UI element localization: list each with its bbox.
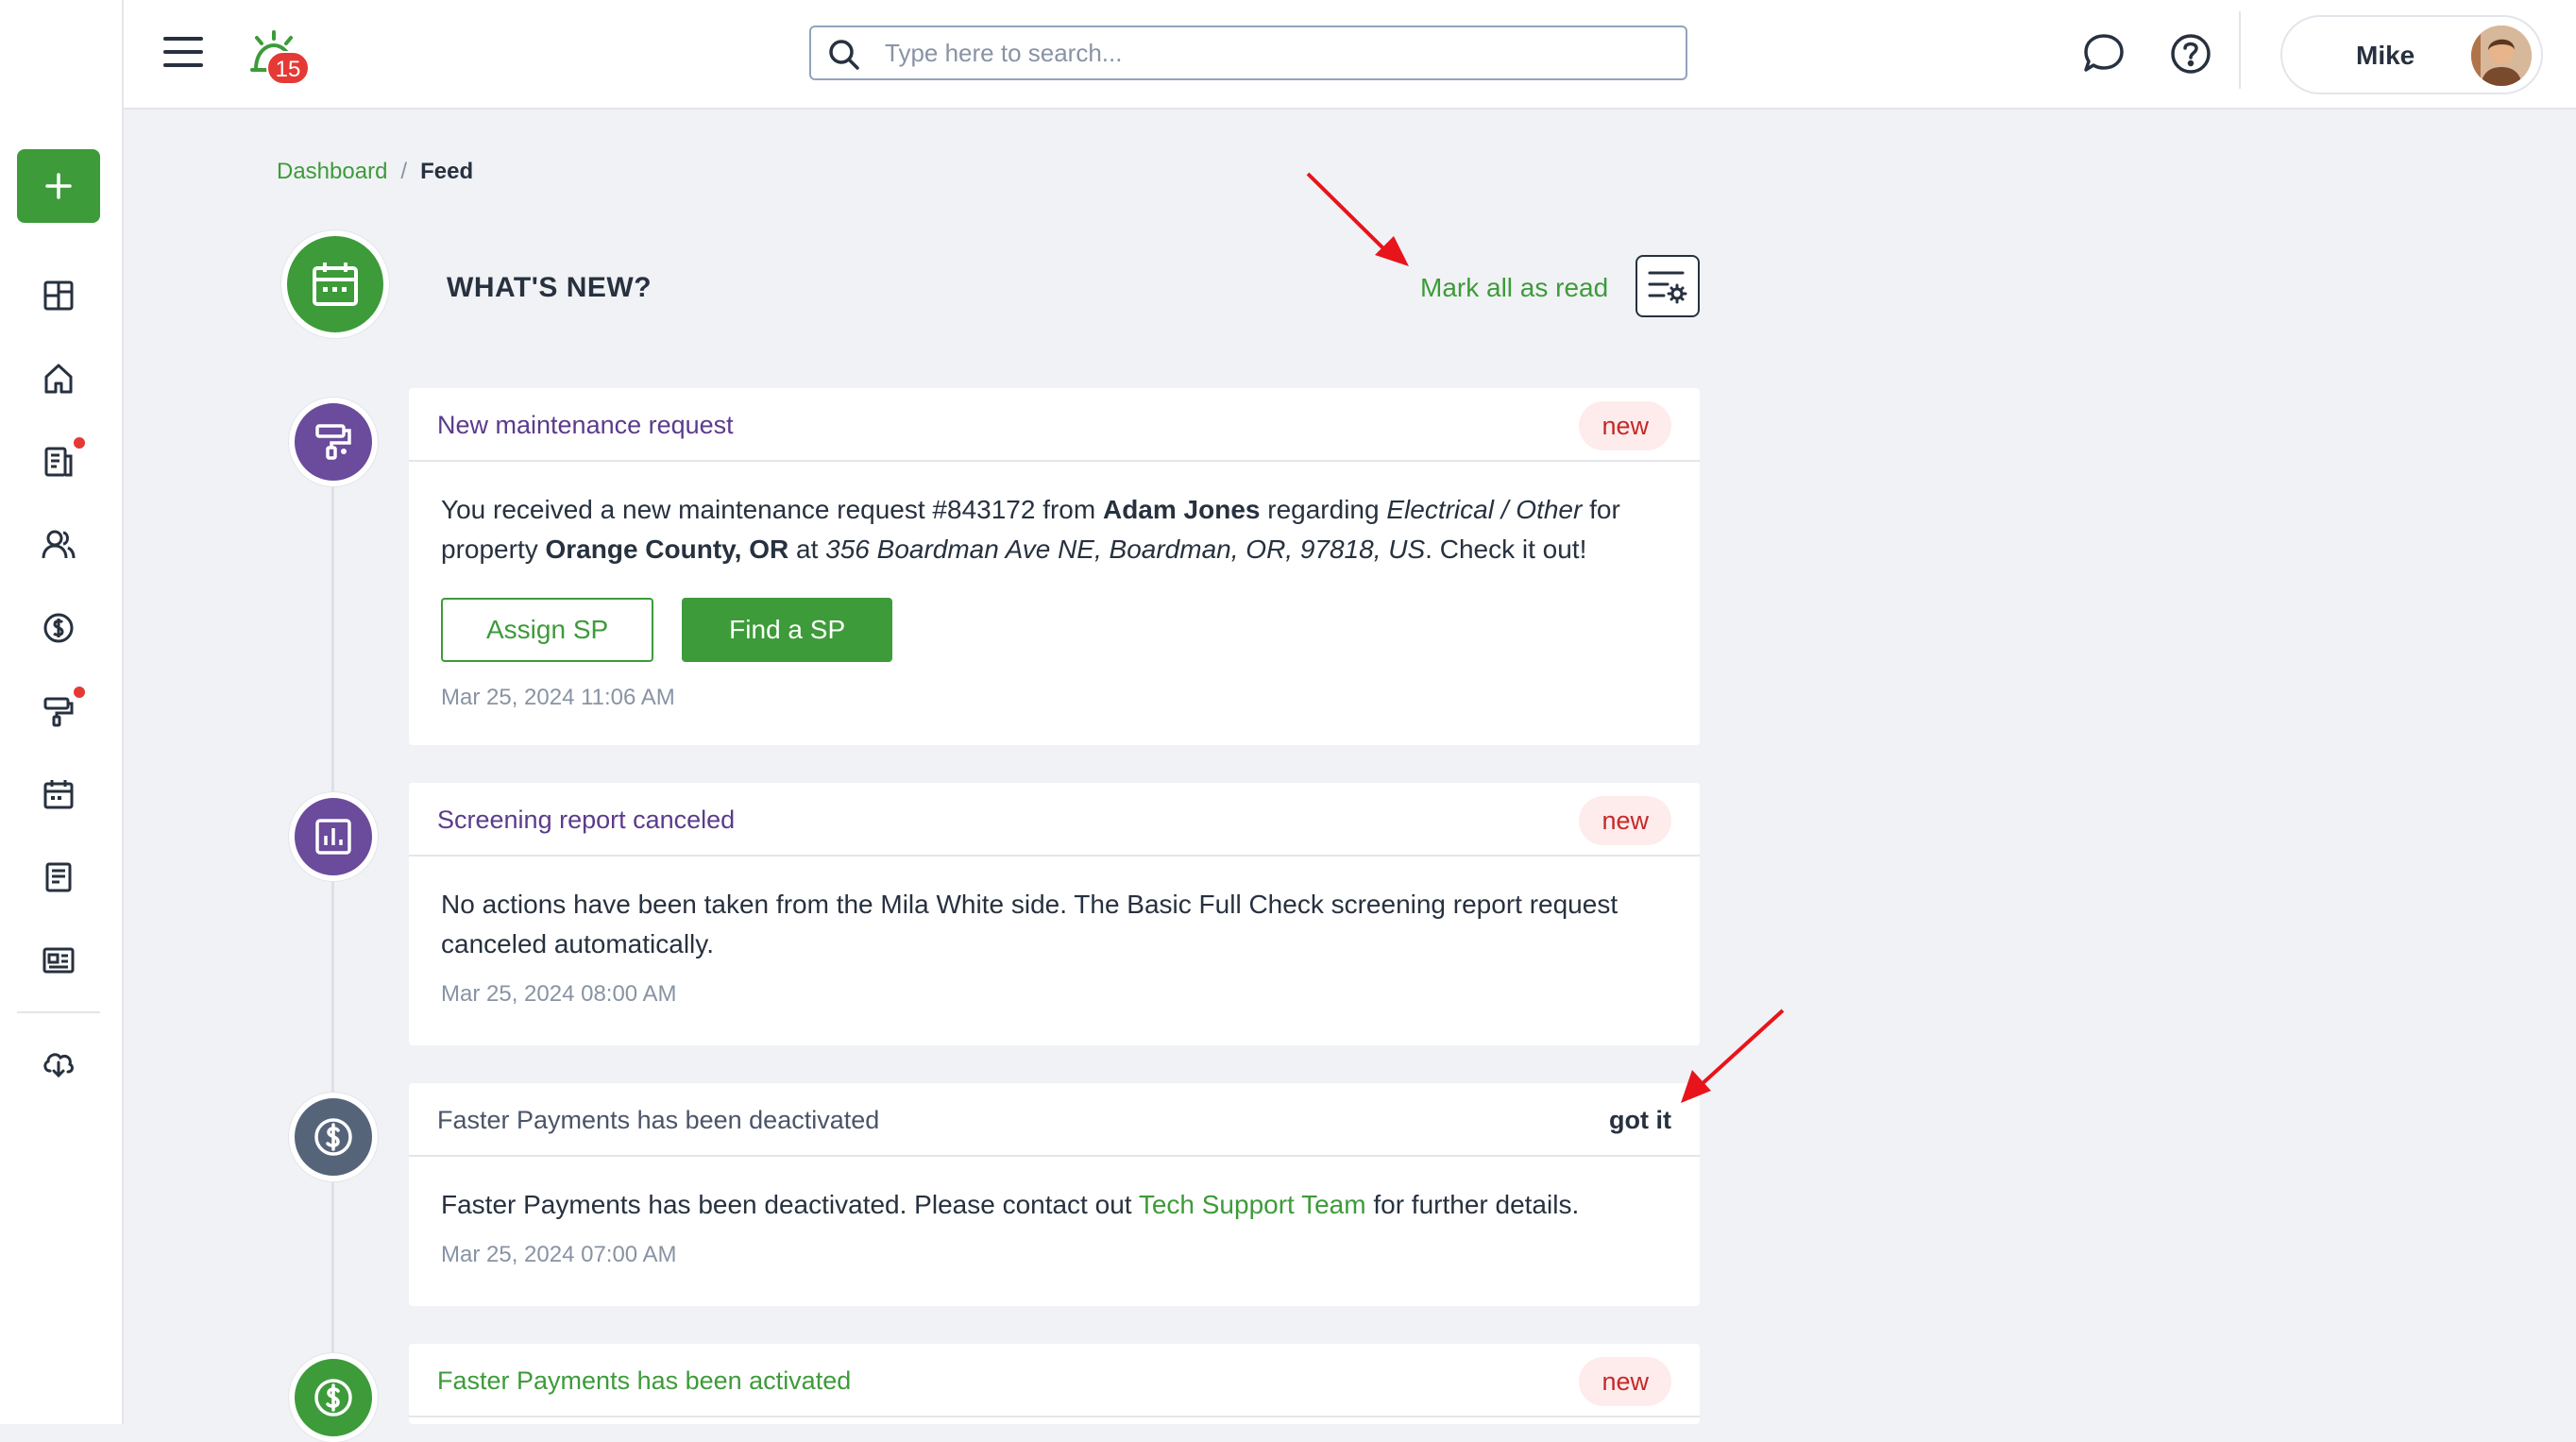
sidebar-item-documents[interactable] (32, 851, 85, 904)
help-button[interactable] (2163, 26, 2218, 81)
got-it-button[interactable]: got it (1609, 1106, 1671, 1135)
topbar-divider (2239, 11, 2241, 89)
top-bar: 15 Mike (124, 0, 2576, 110)
avatar (2471, 25, 2532, 86)
feed-card: Faster Payments has been activated new (409, 1344, 1700, 1424)
property-address: 356 Boardman Ave NE, Boardman, OR, 97818… (825, 534, 1426, 564)
search-input[interactable] (885, 35, 1659, 71)
messages-button[interactable] (2076, 26, 2131, 81)
page-title: WHAT'S NEW? (447, 272, 652, 303)
request-category: Electrical / Other (1386, 495, 1583, 524)
feed-header-icon (281, 230, 389, 338)
leases-icon (44, 447, 73, 477)
breadcrumb: Dashboard / Feed (277, 159, 473, 185)
sidebar-item-accounting[interactable] (32, 602, 85, 654)
find-sp-button[interactable]: Find a SP (682, 598, 893, 662)
search-icon (829, 40, 859, 70)
message-text: . Check it out! (1425, 534, 1587, 564)
feed-card-title[interactable]: Faster Payments has been deactivated (437, 1106, 879, 1135)
feed-card: New maintenance request new You received… (409, 388, 1700, 745)
plus-icon (45, 173, 72, 199)
notification-count-badge[interactable]: 15 (266, 51, 310, 85)
user-menu[interactable]: Mike (2280, 15, 2543, 94)
message-text: regarding (1260, 495, 1387, 524)
home-icon (44, 364, 73, 394)
status-badge[interactable]: new (1579, 401, 1671, 450)
sidebar-divider (17, 1011, 100, 1013)
people-icon (42, 530, 76, 559)
menu-toggle-button[interactable] (161, 30, 205, 74)
feed-settings-button[interactable] (1635, 255, 1700, 317)
feed-item-icon (289, 1093, 378, 1181)
message-text: You received a new maintenance request #… (441, 495, 1103, 524)
calendar-icon (43, 780, 74, 809)
feed-card-title[interactable]: Screening report canceled (437, 806, 735, 835)
sidebar-item-leases[interactable] (32, 435, 85, 488)
feed-card-date: Mar 25, 2024 08:00 AM (441, 981, 677, 1007)
dollar-circle-icon (314, 1379, 352, 1417)
dashboard-icon (43, 280, 74, 311)
feed-card-date: Mar 25, 2024 11:06 AM (441, 685, 675, 710)
help-circle-icon (2171, 34, 2211, 74)
status-badge[interactable]: new (1579, 1357, 1671, 1406)
mark-all-read-link[interactable]: Mark all as read (1420, 273, 1608, 303)
notification-dot (74, 687, 85, 698)
download-cloud-icon (43, 1053, 74, 1078)
left-sidebar (0, 0, 124, 1424)
notification-dot (74, 437, 85, 449)
breadcrumb-current: Feed (420, 159, 474, 184)
message-text: Faster Payments has been deactivated. Pl… (441, 1190, 1139, 1219)
calendar-icon (313, 263, 358, 306)
message-text: for further details. (1365, 1190, 1580, 1219)
feed-item-icon (289, 398, 378, 486)
feed-card-header: Faster Payments has been deactivated got… (409, 1083, 1700, 1157)
sidebar-item-calendar[interactable] (32, 768, 85, 821)
feed-item-icon (289, 1353, 378, 1442)
feed-card: Faster Payments has been deactivated got… (409, 1083, 1700, 1306)
sidebar-item-maintenance[interactable] (32, 685, 85, 738)
document-icon (45, 862, 72, 892)
breadcrumb-link-dashboard[interactable]: Dashboard (277, 159, 387, 185)
user-name: Mike (2356, 41, 2415, 70)
sidebar-item-downloads[interactable] (32, 1037, 85, 1090)
timeline-line (331, 444, 334, 1424)
feed-card-date: Mar 25, 2024 07:00 AM (441, 1242, 677, 1267)
add-new-button[interactable] (17, 149, 100, 223)
feed-card-message: No actions have been taken from the Mila… (441, 890, 1618, 959)
maintenance-icon (43, 697, 74, 727)
sidebar-item-dashboard[interactable] (32, 269, 85, 322)
listing-icon (42, 947, 75, 974)
dollar-circle-icon (314, 1118, 352, 1156)
feed-card-message: Faster Payments has been deactivated. Pl… (441, 1185, 1668, 1225)
feed-card-header: New maintenance request new (409, 388, 1700, 462)
sidebar-item-properties[interactable] (32, 352, 85, 405)
search-box (809, 25, 1687, 80)
breadcrumb-separator: / (400, 159, 408, 184)
annotation-arrow-mark-read (1306, 172, 1409, 266)
dollar-icon (43, 613, 74, 643)
chat-bubble-icon (2084, 34, 2124, 72)
property-name: Orange County, OR (545, 534, 789, 564)
tech-support-link[interactable]: Tech Support Team (1139, 1190, 1366, 1219)
feed-card-title[interactable]: New maintenance request (437, 411, 734, 440)
feed-card: Screening report canceled new No actions… (409, 783, 1700, 1045)
sidebar-item-people[interactable] (32, 518, 85, 571)
paint-roller-icon (315, 424, 351, 460)
hamburger-icon (163, 37, 203, 67)
feed-card-header: Screening report canceled new (409, 783, 1700, 857)
status-badge[interactable]: new (1579, 796, 1671, 845)
sidebar-item-listings[interactable] (32, 934, 85, 987)
feed-card-title[interactable]: Faster Payments has been activated (437, 1366, 851, 1396)
report-chart-icon (315, 819, 351, 855)
tenant-name: Adam Jones (1102, 495, 1261, 524)
assign-sp-button[interactable]: Assign SP (441, 598, 654, 662)
list-settings-icon (1648, 271, 1687, 304)
message-text: at (788, 534, 826, 564)
feed-card-message: You received a new maintenance request #… (441, 490, 1668, 569)
feed-item-icon (289, 792, 378, 881)
feed-card-header: Faster Payments has been activated new (409, 1344, 1700, 1417)
